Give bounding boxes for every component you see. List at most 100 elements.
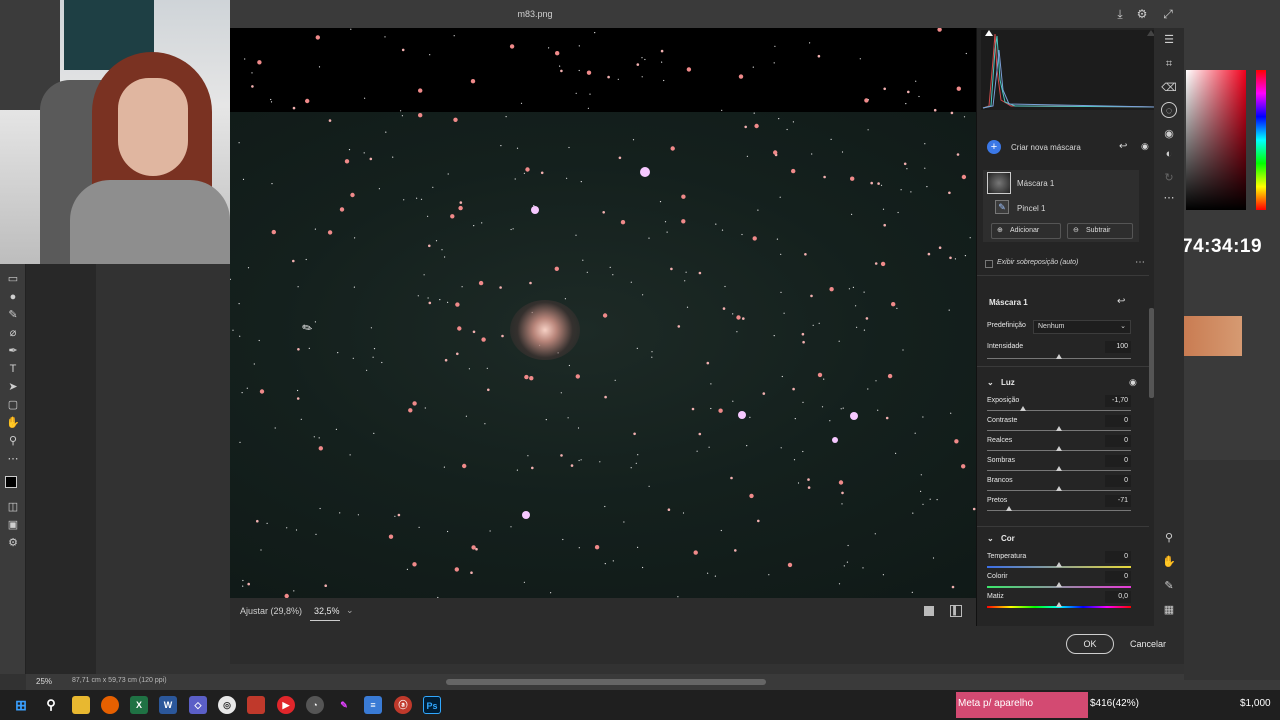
notes-icon[interactable]: ≡ — [364, 696, 382, 714]
pen-tool-icon[interactable]: ✒ — [5, 344, 21, 358]
eyedropper-tool-icon[interactable]: ⌀ — [5, 326, 21, 340]
slider-value[interactable]: 0 — [1105, 455, 1131, 467]
slider-value[interactable]: 0 — [1105, 415, 1131, 427]
file-explorer-icon[interactable] — [72, 696, 90, 714]
slider-thumb[interactable] — [1056, 426, 1062, 431]
more-icon[interactable]: ⋯ — [1161, 190, 1177, 206]
obs-icon[interactable]: ◔ — [306, 696, 324, 714]
zoom-fit-button[interactable]: Ajustar (29,8%) — [240, 606, 302, 616]
reset-icon[interactable]: ↩ — [1119, 141, 1127, 152]
reset-mask-icon[interactable]: ↩ — [1117, 296, 1125, 307]
zoom-value[interactable]: 32,5% — [314, 606, 340, 616]
star — [577, 427, 580, 429]
screen-mode-icon[interactable]: ▣ — [5, 518, 21, 532]
fill-tool-icon[interactable]: ● — [5, 290, 21, 304]
cancel-button[interactable]: Cancelar — [1130, 634, 1184, 654]
image-preview[interactable]: ✎ — [230, 28, 976, 598]
slider-value[interactable]: 0 — [1105, 435, 1131, 447]
slider-thumb[interactable] — [1056, 446, 1062, 451]
new-mask-label[interactable]: Criar nova máscara — [1011, 143, 1081, 152]
shape-tool-icon[interactable]: ▢ — [5, 398, 21, 412]
chrome-icon[interactable]: ◎ — [218, 696, 236, 714]
star — [554, 266, 559, 271]
slider-value[interactable]: 0 — [1105, 571, 1131, 583]
chevron-down-icon[interactable]: ⌄ — [346, 605, 354, 616]
word-icon[interactable]: W — [159, 696, 177, 714]
star — [670, 267, 673, 271]
select-tool-icon[interactable]: ➤ — [5, 380, 21, 394]
add-mask-icon[interactable]: + — [987, 140, 1001, 154]
mask-thumbnail[interactable] — [987, 172, 1011, 194]
zoom-icon[interactable]: ⚲ — [1161, 530, 1177, 546]
edit-sliders-icon[interactable]: ☰ — [1161, 32, 1177, 48]
app-icon[interactable]: ◇ — [189, 696, 207, 714]
chevron-down-icon[interactable]: ⌄ — [987, 534, 994, 543]
ok-button[interactable]: OK — [1066, 634, 1114, 654]
intensity-value[interactable]: 100 — [1105, 341, 1131, 353]
chevron-down-icon[interactable]: ⌄ — [987, 378, 994, 387]
settings-gear-icon[interactable]: ⚙ — [1134, 6, 1150, 22]
slider-track[interactable] — [987, 410, 1131, 411]
quick-mask-icon[interactable]: ◫ — [5, 500, 21, 514]
sync-icon[interactable]: ↻ — [1161, 170, 1177, 186]
presets-icon[interactable]: ◐ — [1161, 146, 1177, 162]
sampler-icon[interactable]: ✎ — [1161, 578, 1177, 594]
subtract-from-mask-button[interactable]: ⊖ Subtrair — [1067, 223, 1133, 239]
slider-value[interactable]: -1,70 — [1105, 395, 1131, 407]
slider-value[interactable]: 0 — [1105, 551, 1131, 563]
single-view-icon[interactable] — [924, 606, 934, 616]
mask-item-label[interactable]: Máscara 1 — [1017, 179, 1054, 188]
extras-icon[interactable]: ⚙ — [5, 536, 21, 550]
brush-tool-icon[interactable]: ✎ — [5, 308, 21, 322]
hand-tool-icon[interactable]: ✋ — [5, 416, 21, 430]
mask-tool-icon[interactable]: ◌ — [1161, 102, 1177, 118]
zoom-tool-icon[interactable]: ⚲ — [5, 434, 21, 448]
horizontal-scrollbar[interactable] — [446, 679, 766, 685]
slider-thumb[interactable] — [1056, 486, 1062, 491]
overlay-checkbox[interactable] — [985, 260, 993, 268]
intensity-thumb[interactable] — [1056, 354, 1062, 359]
more-options-icon[interactable]: ⋯ — [1135, 257, 1145, 268]
save-icon[interactable]: ⤓ — [1112, 6, 1128, 22]
add-to-mask-button[interactable]: ⊕ Adicionar — [991, 223, 1061, 239]
slider-thumb[interactable] — [1056, 562, 1062, 567]
slider-thumb[interactable] — [1056, 602, 1062, 607]
adobe-cc-icon[interactable]: ⓐ — [394, 696, 412, 714]
marquee-tool-icon[interactable]: ▭ — [5, 272, 21, 286]
pen-app-icon[interactable]: ✎ — [335, 696, 353, 714]
more-tools-icon[interactable]: ⋯ — [5, 452, 21, 466]
slider-label: Contraste — [987, 417, 1018, 424]
slider-value[interactable]: 0 — [1105, 475, 1131, 487]
photoshop-icon[interactable]: Ps — [423, 696, 441, 714]
light-section-title[interactable]: Luz — [1001, 378, 1015, 387]
windows-start-icon[interactable]: ⊞ — [12, 696, 30, 714]
color-section-title[interactable]: Cor — [1001, 534, 1015, 543]
slider-thumb[interactable] — [1056, 466, 1062, 471]
eraser-icon[interactable]: ⌫ — [1161, 80, 1177, 96]
excel-icon[interactable]: X — [130, 696, 148, 714]
slider-thumb[interactable] — [1020, 406, 1026, 411]
crop-icon[interactable]: ⌗ — [1161, 56, 1177, 72]
fullscreen-icon[interactable]: ⤢ — [1160, 6, 1176, 22]
brush-component-label[interactable]: Pincel 1 — [1017, 204, 1045, 213]
grid-icon[interactable]: ▦ — [1161, 602, 1177, 618]
type-tool-icon[interactable]: T — [5, 362, 21, 376]
firefox-icon[interactable] — [101, 696, 119, 714]
visibility-eye-icon[interactable]: ◉ — [1129, 377, 1137, 388]
foreground-color-swatch[interactable] — [5, 476, 17, 488]
hue-slider[interactable] — [1256, 70, 1266, 210]
slider-thumb[interactable] — [1056, 582, 1062, 587]
hand-icon[interactable]: ✋ — [1161, 554, 1177, 570]
compare-view-icon[interactable]: ▌ — [950, 605, 962, 617]
stream-app-icon[interactable] — [247, 696, 265, 714]
status-zoom[interactable]: 25% — [36, 677, 52, 686]
slider-thumb[interactable] — [1005, 506, 1012, 511]
brush-component-icon[interactable]: ✎ — [995, 200, 1009, 214]
play-icon[interactable]: ▶ — [277, 696, 295, 714]
visibility-eye-icon[interactable]: ◉ — [1141, 141, 1149, 152]
slider-value[interactable]: -71 — [1105, 495, 1131, 507]
slider-value[interactable]: 0,0 — [1105, 591, 1131, 603]
search-icon[interactable]: ⚲ — [42, 696, 60, 714]
preset-dropdown[interactable]: Nenhum ⌄ — [1033, 320, 1131, 334]
red-eye-icon[interactable]: ◉ — [1161, 126, 1177, 142]
